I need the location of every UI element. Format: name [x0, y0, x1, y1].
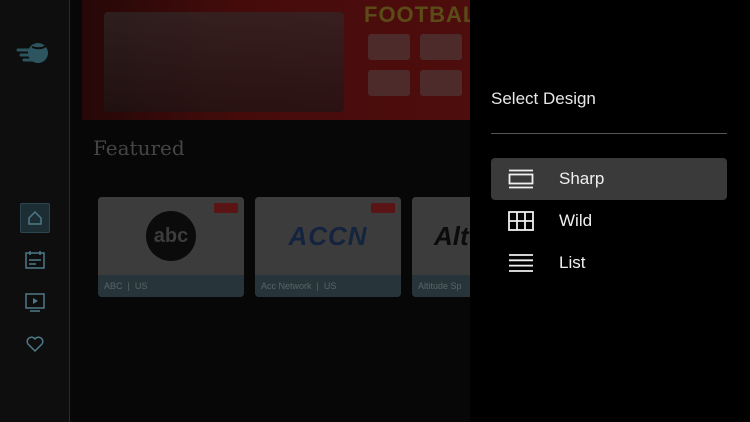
design-option-label: Sharp: [559, 169, 605, 188]
channel-name: Altitude Sp: [418, 281, 462, 291]
main-content: FOOTBALL L Featured abc ABC | US ACCN Ac…: [70, 0, 470, 422]
app-logo-icon: [16, 43, 48, 63]
select-design-panel: Select Design Sharp Wild List: [470, 0, 750, 422]
banner-image: [104, 12, 344, 112]
card-caption: ABC | US: [98, 275, 244, 297]
channel-card[interactable]: abc ABC | US: [98, 197, 244, 297]
card-caption: Altitude Sp: [412, 275, 470, 297]
live-badge: [214, 203, 238, 213]
channel-name: Acc Network: [261, 281, 312, 291]
altitude-logo: Alt: [434, 220, 469, 251]
design-option-sharp[interactable]: Sharp: [491, 158, 727, 200]
card-caption: Acc Network | US: [255, 275, 401, 297]
channel-logo: Alt: [412, 197, 470, 275]
sidebar-item-favorites[interactable]: [20, 329, 50, 359]
league-badge: [420, 70, 462, 96]
promo-banner[interactable]: FOOTBALL L: [82, 0, 470, 120]
channel-card[interactable]: ACCN Acc Network | US: [255, 197, 401, 297]
design-option-label: List: [559, 253, 586, 272]
design-option-wild[interactable]: Wild: [491, 200, 727, 242]
panel-title: Select Design: [491, 89, 596, 108]
league-badge: [368, 34, 410, 60]
sharp-layout-icon: [507, 168, 535, 190]
tv-guide-icon: [25, 251, 45, 269]
heart-icon: [26, 336, 44, 353]
home-icon: [28, 210, 42, 225]
league-badge: [420, 34, 462, 60]
channel-card[interactable]: Alt Altitude Sp: [412, 197, 470, 297]
channel-name: ABC: [104, 281, 123, 291]
live-badge: [371, 203, 395, 213]
design-option-label: Wild: [559, 211, 593, 230]
list-layout-icon: [507, 252, 535, 274]
sidebar-item-vod[interactable]: [20, 287, 50, 317]
section-title: Featured: [93, 136, 185, 160]
league-badge: [368, 70, 410, 96]
banner-title: FOOTBALL L: [364, 2, 470, 27]
play-screen-icon: [25, 293, 45, 312]
divider: [491, 133, 727, 134]
abc-logo: abc: [146, 211, 196, 261]
sidebar-item-guide[interactable]: [20, 245, 50, 275]
sidebar-item-home[interactable]: [20, 203, 50, 233]
channel-country: US: [134, 281, 148, 291]
design-option-list[interactable]: List: [491, 242, 727, 284]
grid-layout-icon: [507, 210, 535, 232]
channel-country: US: [323, 281, 337, 291]
sidebar: [0, 0, 70, 422]
accn-logo: ACCN: [288, 220, 368, 251]
